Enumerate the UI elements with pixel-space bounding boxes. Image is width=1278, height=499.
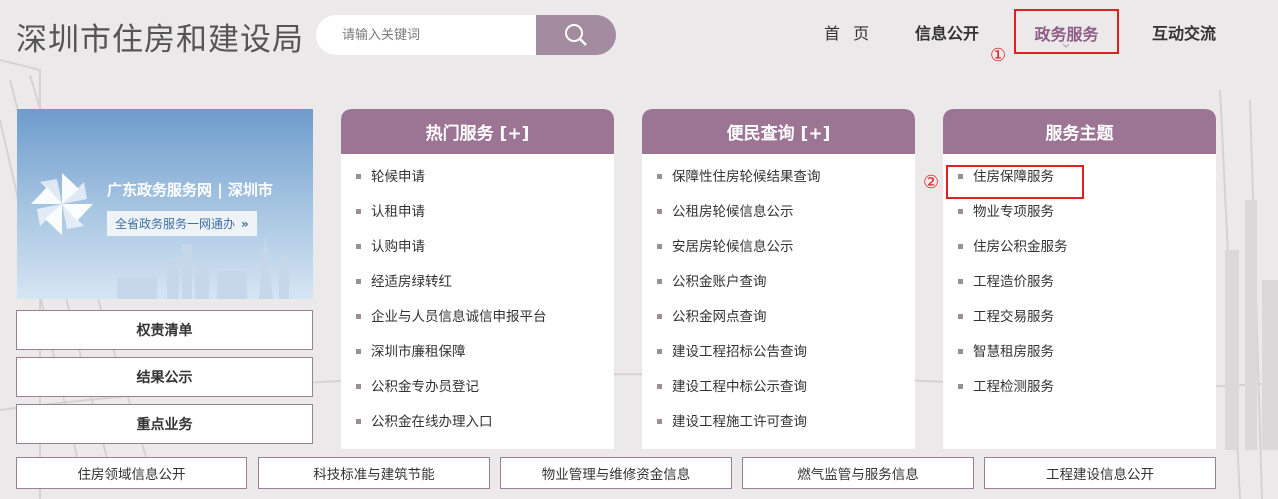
list-item[interactable]: 认购申请 <box>341 236 614 271</box>
list-item[interactable]: 物业专项服务 <box>943 201 1216 236</box>
site-title: 深圳市住房和建设局 <box>16 22 304 58</box>
convenience-query-header[interactable]: 便民查询 [+] <box>642 109 915 154</box>
housing-info-public-button[interactable]: 住房领域信息公开 <box>16 457 247 489</box>
key-business-button[interactable]: 重点业务 <box>16 404 313 444</box>
list-item[interactable]: 建设工程施工许可查询 <box>642 411 915 446</box>
property-fund-button[interactable]: 物业管理与维修资金信息 <box>500 457 732 489</box>
nav-info-public[interactable]: 信息公开 <box>915 20 979 44</box>
gd-gov-service-banner[interactable]: 广东政务服务网 | 深圳市 全省政务服务一网通办» <box>17 109 313 299</box>
list-item[interactable]: 工程检测服务 <box>943 376 1216 411</box>
list-item[interactable]: 工程交易服务 <box>943 306 1216 341</box>
search-input[interactable] <box>316 15 542 55</box>
step-marker-1: ① <box>990 45 1007 66</box>
rights-list-button[interactable]: 权责清单 <box>16 310 313 350</box>
service-topics-header: 服务主题 <box>943 109 1216 154</box>
list-item[interactable]: 智慧租房服务 <box>943 341 1216 376</box>
convenience-query-panel: 便民查询 [+] 保障性住房轮候结果查询 公租房轮候信息公示 安居房轮候信息公示… <box>642 109 915 449</box>
tech-standards-button[interactable]: 科技标准与建筑节能 <box>258 457 490 489</box>
list-item[interactable]: 深圳市廉租保障 <box>341 341 614 376</box>
service-topics-panel: 服务主题 住房保障服务 物业专项服务 住房公积金服务 工程造价服务 工程交易服务… <box>943 109 1216 449</box>
hot-services-panel: 热门服务 [+] 轮候申请 认租申请 认购申请 经适房绿转红 企业与人员信息诚信… <box>341 109 614 449</box>
skyline-image <box>117 234 289 299</box>
banner-title: 广东政务服务网 | 深圳市 <box>107 181 273 199</box>
hot-services-header[interactable]: 热门服务 [+] <box>341 109 614 154</box>
chevron-down-icon <box>1062 43 1070 48</box>
list-item[interactable]: 公积金专办员登记 <box>341 376 614 411</box>
step-marker-2: ② <box>923 172 940 193</box>
list-item[interactable]: 公积金在线办理入口 <box>341 411 614 446</box>
search-icon <box>565 24 587 46</box>
nav-interaction[interactable]: 互动交流 <box>1152 20 1216 44</box>
list-item[interactable]: 安居房轮候信息公示 <box>642 236 915 271</box>
result-public-button[interactable]: 结果公示 <box>16 357 313 397</box>
nav-home[interactable]: 首 页 <box>824 20 873 44</box>
list-item[interactable]: 公积金网点查询 <box>642 306 915 341</box>
gas-supervision-button[interactable]: 燃气监管与服务信息 <box>742 457 974 489</box>
list-item[interactable]: 建设工程招标公告查询 <box>642 341 915 376</box>
nav-gov-service[interactable]: 政务服务 <box>1014 9 1119 54</box>
pinwheel-logo-icon <box>31 173 93 235</box>
list-item[interactable]: 企业与人员信息诚信申报平台 <box>341 306 614 341</box>
list-item[interactable]: 公租房轮候信息公示 <box>642 201 915 236</box>
search-bar <box>316 15 616 55</box>
construction-info-button[interactable]: 工程建设信息公开 <box>984 457 1216 489</box>
search-button[interactable] <box>536 15 616 55</box>
highlight-box <box>946 165 1084 199</box>
list-item[interactable]: 经适房绿转红 <box>341 271 614 306</box>
list-item[interactable]: 住房公积金服务 <box>943 236 1216 271</box>
list-item[interactable]: 公积金账户查询 <box>642 271 915 306</box>
list-item[interactable]: 保障性住房轮候结果查询 <box>642 166 915 201</box>
list-item[interactable]: 工程造价服务 <box>943 271 1216 306</box>
list-item[interactable]: 轮候申请 <box>341 166 614 201</box>
list-item[interactable]: 建设工程中标公示查询 <box>642 376 915 411</box>
list-item[interactable]: 认租申请 <box>341 201 614 236</box>
